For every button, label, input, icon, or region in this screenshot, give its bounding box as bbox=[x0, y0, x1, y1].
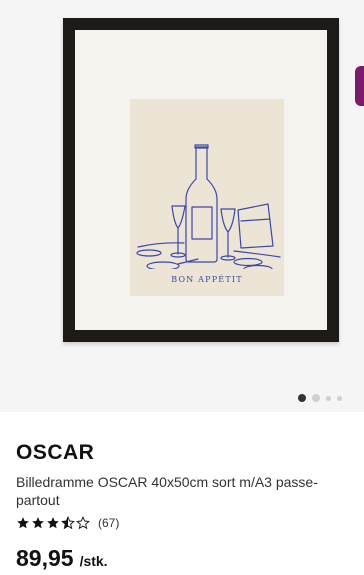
product-price: 89,95 /stk. bbox=[16, 545, 108, 572]
star-filled-icon bbox=[17, 517, 29, 529]
side-badge[interactable] bbox=[355, 66, 364, 106]
star-filled-icon bbox=[32, 517, 44, 529]
product-image-frame[interactable]: BON APPÉTIT bbox=[63, 18, 339, 342]
star-empty-icon bbox=[76, 516, 90, 530]
star-filled-icon bbox=[47, 517, 59, 529]
gallery-pagination-dots[interactable] bbox=[298, 393, 342, 403]
poster-artwork: BON APPÉTIT bbox=[130, 99, 284, 296]
star-half-icon bbox=[61, 516, 75, 530]
product-rating[interactable]: (67) bbox=[16, 516, 119, 530]
price-value: 89,95 bbox=[16, 545, 74, 571]
pagination-dot[interactable] bbox=[337, 395, 342, 401]
rating-count[interactable]: (67) bbox=[98, 516, 119, 530]
pagination-dot[interactable] bbox=[326, 395, 331, 401]
pagination-dot-active[interactable] bbox=[298, 394, 306, 402]
passe-partout-mat: BON APPÉTIT bbox=[75, 30, 327, 330]
pagination-dot[interactable] bbox=[312, 394, 320, 402]
line-art-illustration bbox=[136, 144, 281, 269]
price-unit: /stk. bbox=[79, 553, 108, 569]
product-image-gallery[interactable]: BON APPÉTIT bbox=[0, 0, 364, 412]
poster-caption: BON APPÉTIT bbox=[171, 275, 243, 284]
rating-stars bbox=[16, 516, 90, 530]
product-name: OSCAR bbox=[16, 441, 95, 464]
product-description: Billedramme OSCAR 40x50cm sort m/A3 pass… bbox=[16, 474, 318, 508]
